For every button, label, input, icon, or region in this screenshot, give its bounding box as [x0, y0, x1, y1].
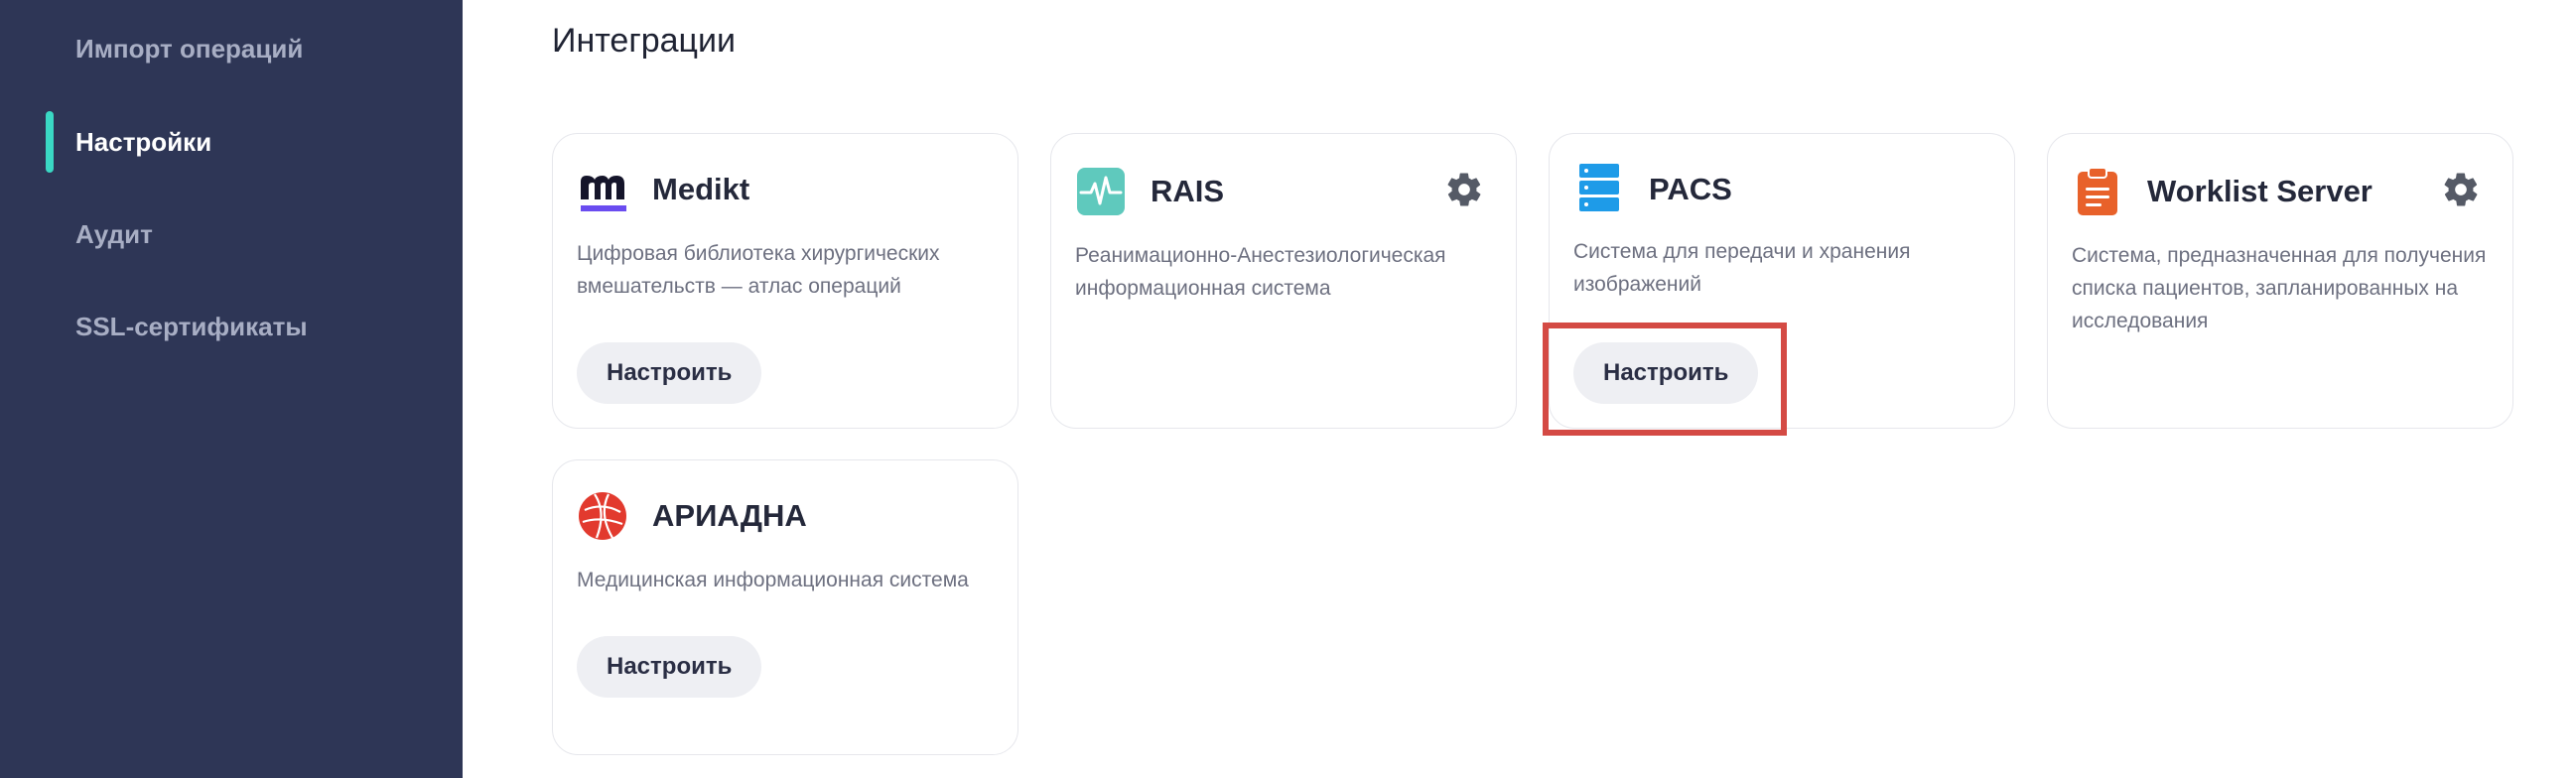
- card-description: Цифровая библиотека хирургических вмешат…: [577, 242, 940, 298]
- server-stack-icon: [1579, 164, 1619, 211]
- configure-button[interactable]: Настроить: [577, 636, 762, 698]
- sidebar-item-settings[interactable]: Настройки: [75, 129, 211, 155]
- sidebar-item-audit[interactable]: Аудит: [75, 221, 153, 247]
- highlight-box: [1543, 323, 1787, 436]
- sidebar: Импорт операций Настройки Аудит SSL-серт…: [0, 0, 463, 778]
- gear-icon[interactable]: [2441, 170, 2481, 209]
- integration-card-rais: RAIS Реанимационно-Анестезиологическая и…: [1050, 133, 1517, 429]
- heart-monitor-icon: [1077, 168, 1125, 215]
- card-title: АРИАДНА: [652, 498, 807, 533]
- active-nav-indicator: [46, 111, 54, 173]
- card-title: RAIS: [1151, 174, 1225, 208]
- card-description: Система для передачи и хранения изображе…: [1573, 240, 1911, 296]
- card-description: Медицинская информационная система: [577, 569, 969, 591]
- card-description: Система, предназначенная для получения с…: [2072, 244, 2487, 332]
- ariadna-globe-icon: [579, 492, 626, 540]
- integration-card-ariadna: АРИАДНА Медицинская информационная систе…: [552, 459, 1018, 755]
- card-title: Worklist Server: [2147, 174, 2373, 208]
- card-title: Medikt: [652, 172, 750, 206]
- page-title: Интеграции: [552, 22, 736, 60]
- integration-card-medikt: Medikt Цифровая библиотека хирургических…: [552, 133, 1018, 429]
- card-title: PACS: [1649, 172, 1732, 206]
- clipboard-list-icon: [2078, 167, 2117, 215]
- medikt-logo-icon: [581, 176, 626, 211]
- card-description: Реанимационно-Анестезиологическая информ…: [1075, 244, 1446, 300]
- configure-button[interactable]: Настроить: [577, 342, 762, 404]
- integration-card-worklist-server: Worklist Server Система, предназначенная…: [2047, 133, 2513, 429]
- sidebar-item-import-operations[interactable]: Импорт операций: [75, 36, 303, 62]
- sidebar-item-ssl-certificates[interactable]: SSL-сертификаты: [75, 314, 308, 339]
- gear-icon[interactable]: [1444, 170, 1484, 209]
